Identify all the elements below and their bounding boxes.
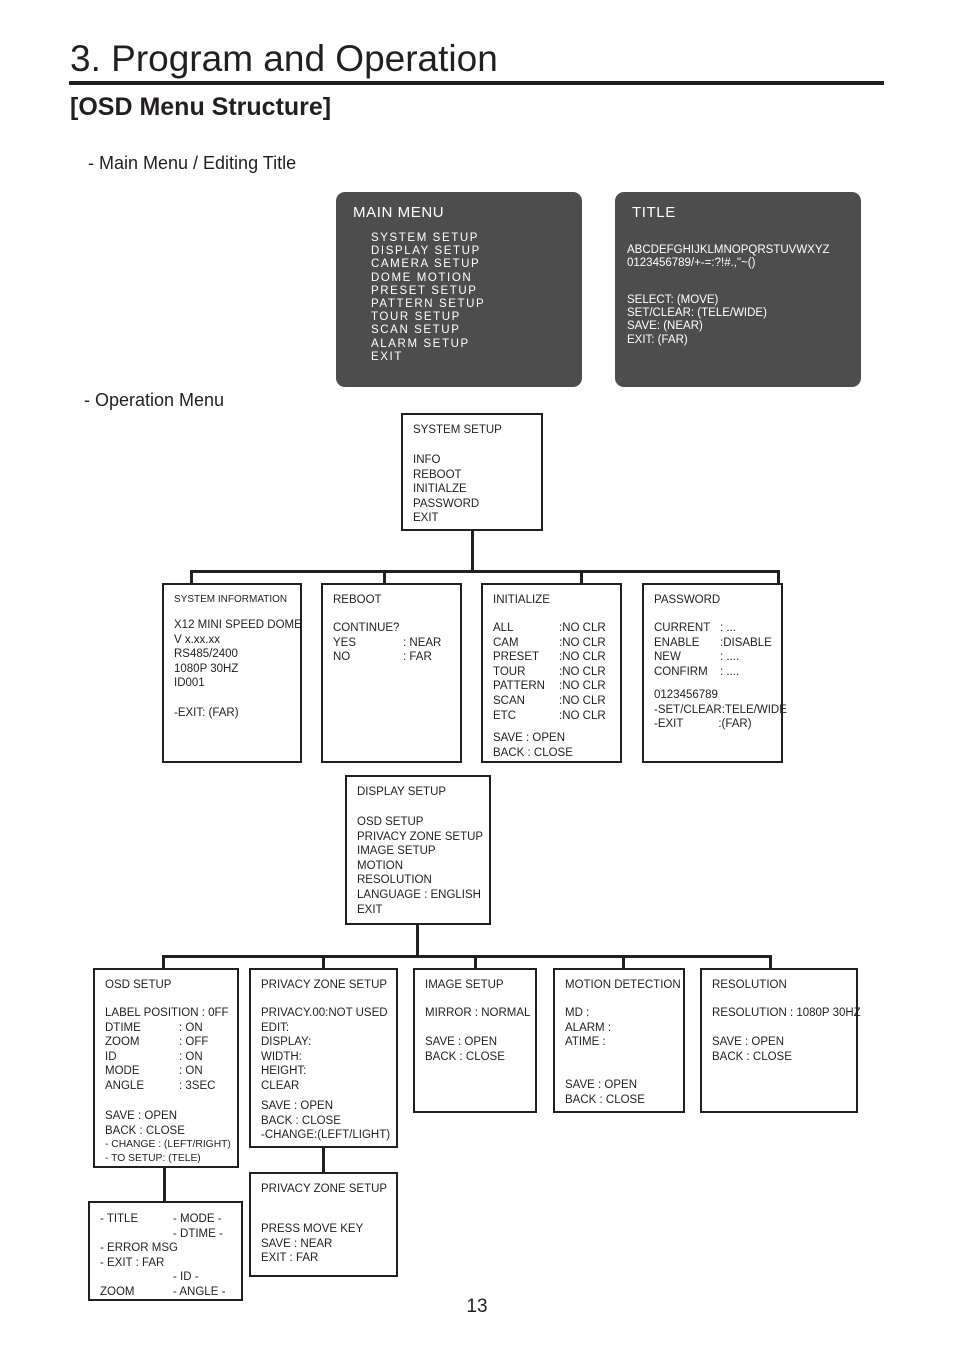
label-operation-menu: - Operation Menu: [84, 390, 225, 410]
node-password-title: PASSWORD: [654, 594, 721, 606]
node-osd-labels: - TITLE - ERROR MSG - EXIT : FAR ZOOM - …: [88, 1201, 243, 1301]
node-osd-setup-values: : ON : OFF : ON : ON : 3SEC: [179, 1021, 216, 1092]
node-privacy-zone-setup: PRIVACY ZONE SETUP PRIVACY.00:NOT USED E…: [249, 968, 398, 1148]
node-resolution: RESOLUTION RESOLUTION : 1080P 30HZ SAVE …: [700, 968, 861, 1113]
node-reboot-values: : NEAR : FAR: [403, 636, 442, 664]
osd-screen-title: TITLE ABCDEFGHIJKLMNOPQRSTUVWXYZ 0123456…: [615, 192, 861, 387]
node-initialize-footer: SAVE : OPEN BACK : CLOSE: [493, 732, 573, 759]
node-privacy-zone-setup-footer: SAVE : OPEN BACK : CLOSE -CHANGE:(LEFT/L…: [261, 1100, 391, 1142]
node-system-setup-title: SYSTEM SETUP: [413, 424, 502, 436]
node-osd-setup-title: OSD SETUP: [105, 979, 172, 991]
node-resolution-body: RESOLUTION : 1080P 30HZ: [712, 1007, 861, 1019]
osd-title-charset: ABCDEFGHIJKLMNOPQRSTUVWXYZ 0123456789/+-…: [627, 244, 830, 270]
connector-privacy-zone-to-press-move: [322, 1148, 325, 1173]
node-resolution-title: RESOLUTION: [712, 979, 787, 991]
node-reboot-labels: CONTINUE? YES NO: [333, 622, 400, 664]
connector-display-setup-bus: [162, 955, 772, 958]
node-password-labels: CURRENT ENABLE NEW CONFIRM: [654, 622, 711, 678]
osd-title-heading: TITLE: [632, 204, 676, 221]
node-system-information-title: SYSTEM INFORMATION: [174, 594, 288, 605]
node-display-setup-title: DISPLAY SETUP: [357, 786, 447, 798]
connector-system-setup-bus: [190, 570, 780, 573]
node-motion-detection: MOTION DETECTION MD : ALARM : ATIME : SA…: [553, 968, 685, 1113]
label-main-menu: - Main Menu / Editing Title: [88, 153, 297, 173]
node-privacy-zone-setup-title: PRIVACY ZONE SETUP: [261, 979, 388, 991]
node-system-setup: SYSTEM SETUP INFO REBOOT INITIALZE PASSW…: [401, 413, 543, 531]
node-initialize-title: INITIALIZE: [493, 594, 550, 606]
node-password-footer: 0123456789 -SET/CLEAR:TELE/WIDE -EXIT :(…: [654, 689, 787, 731]
title-divider: [69, 81, 884, 85]
node-privacy-zone-setup-2-title: PRIVACY ZONE SETUP: [261, 1183, 388, 1195]
node-osd-setup-notes: - CHANGE : (LEFT/RIGHT) - TO SETUP: (TEL…: [105, 1139, 231, 1164]
node-motion-detection-body: MD : ALARM : ATIME :: [565, 1007, 612, 1049]
node-resolution-footer: SAVE : OPEN BACK : CLOSE: [712, 1036, 792, 1063]
node-initialize-labels: ALL CAM PRESET TOUR PATTERN SCAN ETC: [493, 622, 545, 722]
node-image-setup-body: MIRROR : NORMAL: [425, 1007, 531, 1019]
node-osd-labels-right: - MODE - - DTIME - - ID - - ANGLE -: [173, 1213, 226, 1298]
node-osd-setup: OSD SETUP LABEL POSITION : 0FF DTIME ZOO…: [93, 968, 239, 1168]
osd-main-menu-items: SYSTEM SETUP DISPLAY SETUP CAMERA SETUP …: [371, 232, 486, 363]
node-privacy-zone-setup-2-body: PRESS MOVE KEY SAVE : NEAR EXIT : FAR: [261, 1223, 364, 1265]
connector-display-setup-stem: [416, 925, 419, 958]
node-password: PASSWORD CURRENT ENABLE NEW CONFIRM : ..…: [642, 583, 787, 763]
node-privacy-zone-setup-body: PRIVACY.00:NOT USED EDIT: DISPLAY: WIDTH…: [261, 1007, 388, 1092]
node-system-information-body: X12 MINI SPEED DOME V x.xx.xx RS485/2400…: [174, 619, 302, 719]
node-image-setup-footer: SAVE : OPEN BACK : CLOSE: [425, 1036, 505, 1063]
connector-system-setup-stem: [471, 530, 474, 573]
node-display-setup: DISPLAY SETUP OSD SETUP PRIVACY ZONE SET…: [345, 775, 491, 925]
node-initialize-values: :NO CLR :NO CLR :NO CLR :NO CLR :NO CLR …: [559, 622, 606, 722]
node-reboot: REBOOT CONTINUE? YES NO : NEAR : FAR: [321, 583, 462, 763]
node-osd-labels-left: - TITLE - ERROR MSG - EXIT : FAR ZOOM: [100, 1213, 178, 1298]
node-motion-detection-footer: SAVE : OPEN BACK : CLOSE: [565, 1079, 645, 1106]
section-title: [OSD Menu Structure]: [70, 93, 332, 121]
node-system-information: SYSTEM INFORMATION X12 MINI SPEED DOME V…: [162, 583, 302, 763]
node-initialize: INITIALIZE ALL CAM PRESET TOUR PATTERN S…: [481, 583, 622, 763]
osd-screen-main-menu: MAIN MENU SYSTEM SETUP DISPLAY SETUP CAM…: [336, 192, 582, 387]
node-osd-setup-footer: SAVE : OPEN BACK : CLOSE: [105, 1110, 185, 1137]
node-system-setup-body: INFO REBOOT INITIALZE PASSWORD EXIT: [413, 454, 480, 525]
node-password-values: : ... :DISABLE : .... : ....: [720, 622, 772, 678]
node-display-setup-body: OSD SETUP PRIVACY ZONE SETUP IMAGE SETUP…: [357, 816, 484, 916]
node-reboot-title: REBOOT: [333, 594, 382, 606]
node-privacy-zone-setup-2: PRIVACY ZONE SETUP PRESS MOVE KEY SAVE :…: [249, 1172, 398, 1277]
manual-page: 3. Program and Operation [OSD Menu Struc…: [0, 0, 954, 1357]
node-image-setup-title: IMAGE SETUP: [425, 979, 504, 991]
connector-osd-setup-to-labels: [163, 1168, 166, 1201]
osd-title-keys: SELECT: (MOVE) SET/CLEAR: (TELE/WIDE) SA…: [627, 294, 767, 346]
node-motion-detection-title: MOTION DETECTION: [565, 979, 681, 991]
page-title: 3. Program and Operation: [70, 38, 498, 79]
osd-main-menu-title: MAIN MENU: [353, 204, 445, 221]
node-image-setup: IMAGE SETUP MIRROR : NORMAL SAVE : OPEN …: [413, 968, 537, 1113]
